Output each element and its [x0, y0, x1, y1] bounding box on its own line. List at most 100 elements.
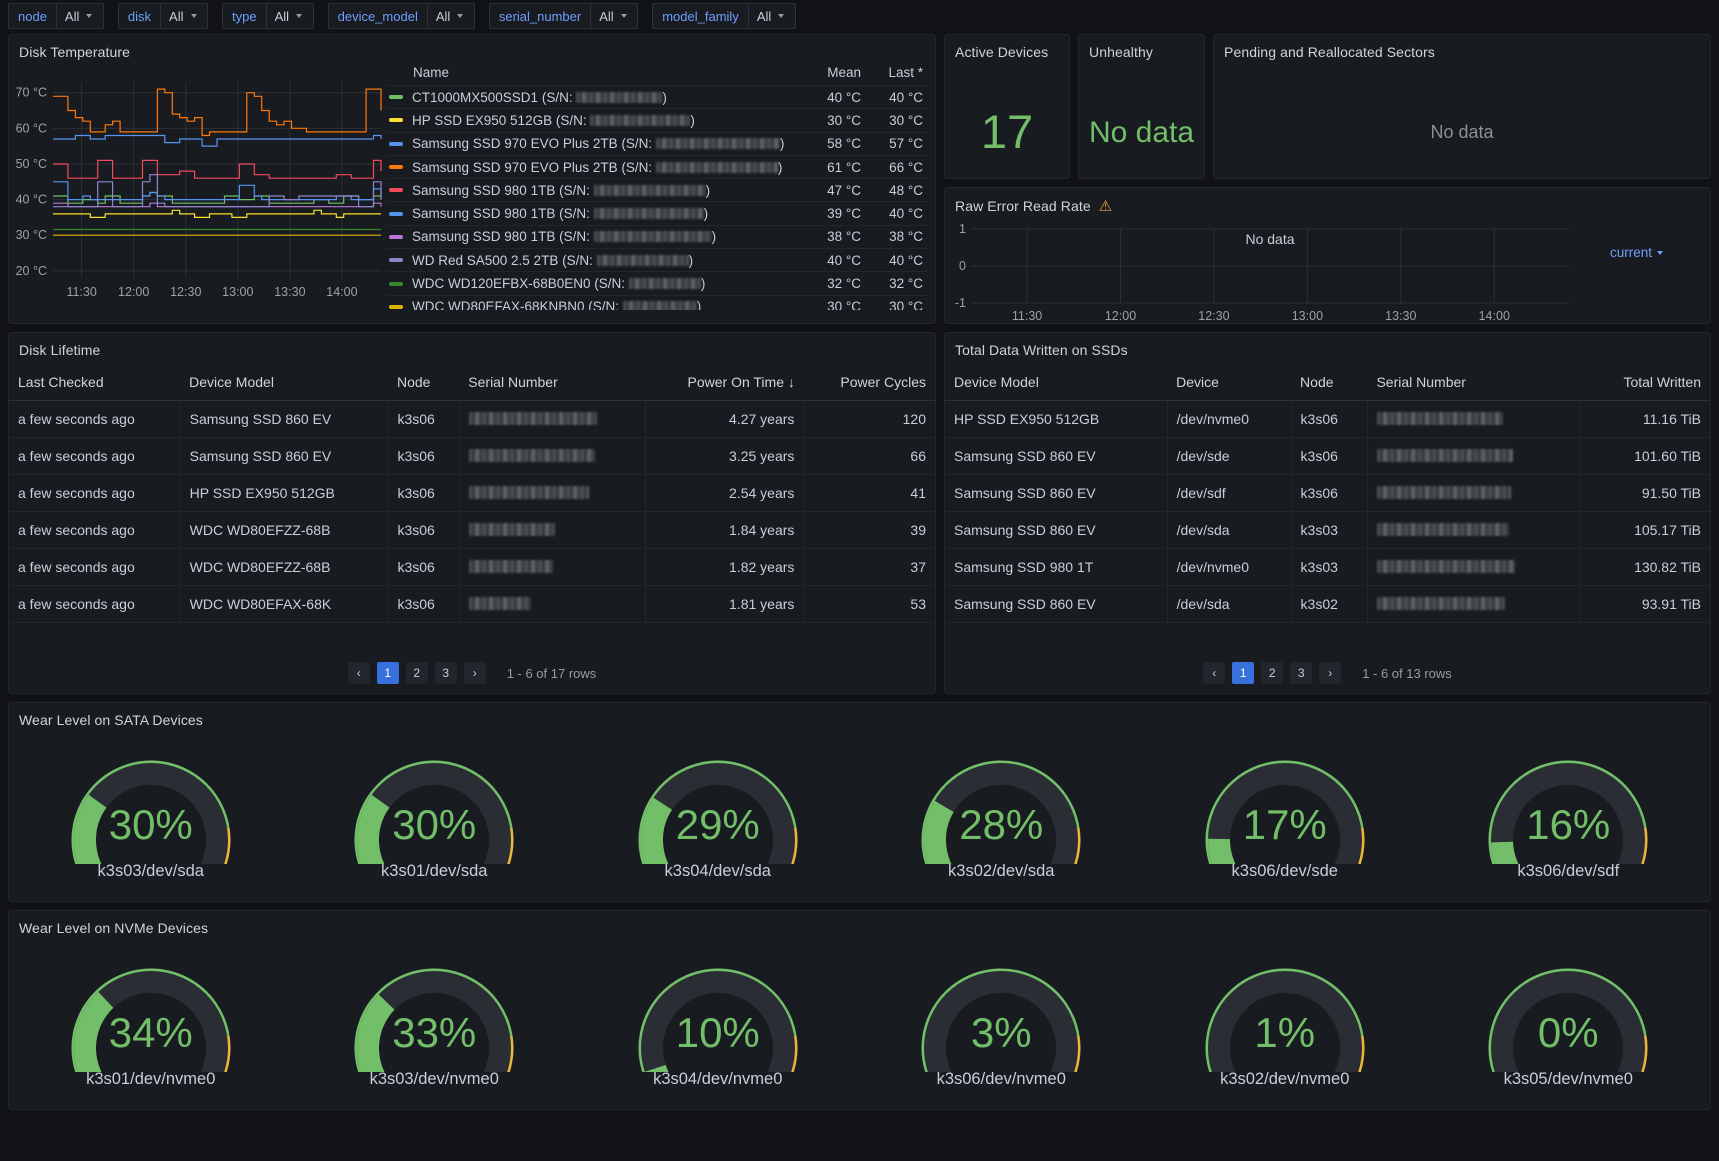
chevron-down-icon — [190, 14, 197, 18]
variable-label-model_family[interactable]: model_family — [652, 3, 748, 29]
panel-title-pending-sectors: Pending and Reallocated Sectors — [1224, 44, 1435, 60]
chevron-down-icon — [86, 14, 93, 18]
column-header[interactable]: Node — [1291, 364, 1368, 401]
legend-item[interactable]: Samsung SSD 970 EVO Plus 2TB (S/N: ) 61 °… — [387, 156, 931, 180]
variable-select-type[interactable]: All — [265, 3, 314, 29]
pagination-page-3[interactable]: 3 — [434, 662, 457, 684]
variable-label-device_model[interactable]: device_model — [327, 3, 427, 29]
pagination-page-1[interactable]: 1 — [1232, 662, 1255, 684]
column-header[interactable]: Power Cycles — [803, 364, 935, 401]
svg-text:13:30: 13:30 — [1385, 309, 1416, 323]
legend-item[interactable]: WDC WD120EFBX-68B0EN0 (S/N: ) 32 °C 32 °C — [387, 272, 931, 296]
legend-last-value: 40 °C — [889, 206, 923, 222]
gauge-nvme-4[interactable]: 1% k3s02/dev/nvme0 — [1143, 936, 1427, 1109]
cell-node: k3s03 — [1290, 548, 1368, 586]
cell-total_written: 130.82 TiB — [1579, 548, 1710, 586]
legend-item[interactable]: HP SSD EX950 512GB (S/N: ) 30 °C 30 °C — [387, 109, 931, 133]
gauge-nvme-5[interactable]: 0% k3s05/dev/nvme0 — [1427, 936, 1711, 1109]
pagination-page-1[interactable]: 1 — [376, 662, 399, 684]
cell-power_cycles: 39 — [803, 511, 935, 549]
svg-text:13:00: 13:00 — [1292, 309, 1323, 323]
gauge-sata-4[interactable]: 17% k3s06/dev/sde — [1143, 728, 1427, 901]
pagination-prev-button[interactable]: ‹ — [1203, 662, 1226, 684]
legend-last-value: 66 °C — [889, 159, 923, 175]
svg-text:11:30: 11:30 — [1012, 309, 1042, 323]
column-header[interactable]: Node — [387, 364, 460, 401]
column-header[interactable]: Device Model — [945, 364, 1168, 401]
legend-item[interactable]: WDC WD80EFAX-68KNBN0 (S/N: ) 30 °C 30 °C — [387, 296, 931, 310]
column-header[interactable]: Device — [1167, 364, 1292, 401]
legend-mean-value: 32 °C — [827, 276, 861, 292]
legend-mean-value: 58 °C — [827, 136, 861, 152]
raw-error-legend-selector[interactable]: current — [1610, 215, 1710, 323]
legend-series-name: WDC WD80EFAX-68KNBN0 (S/N: ) — [387, 299, 807, 310]
cell-device_model: Samsung SSD 860 EV — [945, 585, 1168, 623]
gauge-sata-5[interactable]: 16% k3s06/dev/sdf — [1427, 728, 1711, 901]
pagination-next-button[interactable]: › — [463, 662, 486, 684]
gauge-value: 17% — [1242, 801, 1327, 848]
variable-label-type[interactable]: type — [222, 3, 266, 29]
variable-select-device_model[interactable]: All — [426, 3, 475, 29]
legend-item[interactable]: Samsung SSD 970 EVO Plus 2TB (S/N: ) 58 °… — [387, 133, 931, 156]
panel-unhealthy: Unhealthy No data — [1078, 34, 1205, 179]
variable-select-model_family[interactable]: All — [747, 3, 796, 29]
disk-lifetime-pagination: ‹ 1 2 3 › 1 - 6 of 17 rows — [9, 662, 935, 684]
legend-col-name[interactable]: Name — [387, 65, 807, 80]
gauge-nvme-2[interactable]: 10% k3s04/dev/nvme0 — [576, 936, 860, 1109]
gauge-sata-0[interactable]: 30% k3s03/dev/sda — [9, 728, 293, 901]
chevron-down-icon — [620, 14, 627, 18]
column-header[interactable]: Last Checked — [9, 364, 181, 401]
legend-mean-value: 40 °C — [827, 252, 861, 268]
pagination-page-2[interactable]: 2 — [405, 662, 428, 684]
chevron-down-icon — [296, 14, 303, 18]
legend-item[interactable]: CT1000MX500SSD1 (S/N: ) 40 °C 40 °C — [387, 86, 931, 110]
gauge-dial: 28% — [916, 732, 1086, 864]
pagination-next-button[interactable]: › — [1319, 662, 1342, 684]
warning-triangle-icon[interactable]: ⚠ — [1099, 197, 1113, 215]
panel-title-disk-temperature: Disk Temperature — [19, 44, 131, 60]
legend-item[interactable]: WD Red SA500 2.5 2TB (S/N: ) 40 °C 40 °C — [387, 249, 931, 273]
cell-last_checked: a few seconds ago — [9, 548, 181, 586]
cell-node: k3s06 — [387, 548, 460, 586]
variable-select-node[interactable]: All — [55, 3, 104, 29]
column-header[interactable]: Total Written — [1580, 364, 1710, 401]
cell-node: k3s06 — [387, 585, 460, 623]
legend-item[interactable]: Samsung SSD 980 1TB (S/N: ) 38 °C 38 °C — [387, 226, 931, 250]
cell-node: k3s06 — [387, 511, 460, 549]
variable-label-node[interactable]: node — [8, 3, 56, 29]
column-header[interactable]: Serial Number — [459, 364, 646, 401]
column-header[interactable]: Serial Number — [1367, 364, 1581, 401]
variable-select-disk[interactable]: All — [160, 3, 209, 29]
variable-select-serial_number[interactable]: All — [590, 3, 639, 29]
gauge-dial: 29% — [633, 732, 803, 864]
pagination-prev-button[interactable]: ‹ — [347, 662, 370, 684]
gauge-label: k3s03/dev/nvme0 — [369, 1070, 499, 1088]
svg-text:40 °C: 40 °C — [16, 193, 47, 207]
gauge-nvme-0[interactable]: 34% k3s01/dev/nvme0 — [9, 936, 293, 1109]
legend-col-last[interactable]: Last * — [869, 65, 931, 80]
variable-value-device_model: All — [435, 8, 451, 24]
panel-pending-reallocated-sectors: Pending and Reallocated Sectors No data — [1213, 34, 1711, 179]
gauge-nvme-1[interactable]: 33% k3s03/dev/nvme0 — [293, 936, 577, 1109]
legend-item[interactable]: Samsung SSD 980 1TB (S/N: ) 47 °C 48 °C — [387, 179, 931, 203]
disk-temperature-legend: Name Mean Last * CT1000MX500SSD1 (S/N: )… — [387, 60, 935, 310]
gauge-sata-2[interactable]: 29% k3s04/dev/sda — [576, 728, 860, 901]
variable-value-type: All — [274, 8, 290, 24]
stat-panel-row: Active Devices 17 Unhealthy No data Pend… — [944, 34, 1711, 179]
pagination-page-3[interactable]: 3 — [1290, 662, 1313, 684]
panel-title-wear-nvme: Wear Level on NVMe Devices — [19, 920, 209, 936]
panel-disk-lifetime: Disk Lifetime Last Checked Device Model No… — [8, 332, 936, 694]
variable-label-serial_number[interactable]: serial_number — [488, 3, 591, 29]
column-header[interactable]: Device Model — [180, 364, 388, 401]
column-header[interactable]: Power On Time ↓ — [645, 364, 804, 401]
gauge-nvme-3[interactable]: 3% k3s06/dev/nvme0 — [860, 936, 1144, 1109]
variable-label-disk[interactable]: disk — [117, 3, 161, 29]
legend-item[interactable]: Samsung SSD 980 1TB (S/N: ) 39 °C 40 °C — [387, 202, 931, 226]
legend-col-mean[interactable]: Mean — [807, 65, 869, 80]
gauge-sata-3[interactable]: 28% k3s02/dev/sda — [860, 728, 1144, 901]
gauge-value: 30% — [392, 801, 477, 848]
gauge-sata-1[interactable]: 30% k3s01/dev/sda — [293, 728, 577, 901]
svg-text:12:00: 12:00 — [118, 285, 149, 299]
panel-raw-error-read-rate: Raw Error Read Rate ⚠ 1 0 -1 11:30 12:00 12:3… — [944, 187, 1711, 324]
pagination-page-2[interactable]: 2 — [1261, 662, 1284, 684]
